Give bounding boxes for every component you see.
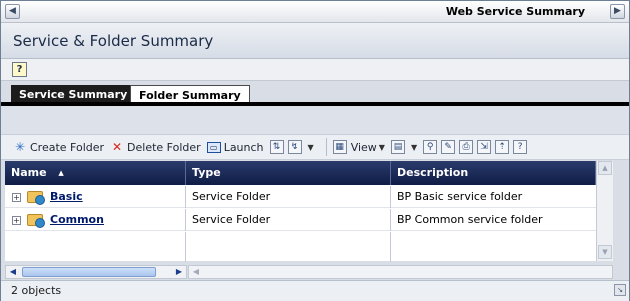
- print-icon[interactable]: ⎙: [459, 140, 474, 154]
- options-menu-button[interactable]: ↯ ▼: [287, 140, 314, 154]
- launch-icon: ▭: [206, 141, 221, 153]
- table-row[interactable]: + Basic Service Folder BP Basic service …: [5, 186, 596, 208]
- folder-link[interactable]: Basic: [50, 190, 83, 203]
- delete-folder-label: Delete Folder: [127, 140, 201, 154]
- chevron-down-icon: ▼: [378, 142, 385, 152]
- chevron-down-icon: ▼: [410, 142, 418, 152]
- folder-table: Name ▲ Type Description + Basic Service …: [5, 161, 613, 262]
- type-cell: Service Folder: [186, 209, 391, 231]
- application-window: ◀ Web Service Summary ▶ Service & Folder…: [0, 0, 630, 301]
- service-folder-icon: [26, 191, 45, 205]
- create-folder-icon: ✳: [14, 140, 26, 154]
- page-title: Service & Folder Summary: [13, 32, 214, 50]
- create-folder-button[interactable]: ✳ Create Folder: [13, 140, 104, 154]
- scroll-up-icon[interactable]: ▲: [598, 161, 612, 175]
- view-menu-button[interactable]: ▦ View ▼: [332, 140, 385, 154]
- columns-icon: ▤: [390, 140, 405, 154]
- resize-handle-icon[interactable]: ↘: [614, 284, 626, 296]
- expand-icon[interactable]: +: [12, 215, 21, 225]
- funnel-filter-icon[interactable]: ⚲: [423, 140, 438, 154]
- scroll-left-icon[interactable]: ◀: [189, 266, 203, 278]
- export-icon[interactable]: ⇲: [477, 140, 492, 154]
- column-divider: [5, 232, 186, 262]
- service-folder-icon: [26, 214, 45, 228]
- vertical-scrollbar[interactable]: ▲ ▼: [596, 161, 613, 261]
- sort-ascending-icon: ▲: [58, 169, 64, 177]
- scroll-left-icon[interactable]: ◀: [6, 266, 20, 278]
- column-header-name[interactable]: Name ▲: [5, 161, 186, 185]
- view-label: View: [350, 140, 377, 154]
- type-cell: Service Folder: [186, 186, 391, 208]
- move-up-icon[interactable]: ⇡: [495, 140, 510, 154]
- launch-button[interactable]: ▭ Launch: [206, 140, 264, 154]
- help-icon[interactable]: ?: [12, 62, 27, 77]
- toolbar-help-icon[interactable]: ?: [513, 140, 528, 154]
- table-view-icon: ▦: [332, 140, 347, 154]
- forward-button[interactable]: ▶: [610, 4, 625, 19]
- chevron-down-icon: ▼: [307, 142, 314, 152]
- horizontal-scrollbar-right[interactable]: ◀: [188, 265, 613, 279]
- delete-icon: ✕: [112, 140, 123, 154]
- column-header-type[interactable]: Type: [186, 161, 391, 185]
- status-bar: 2 objects: [1, 280, 629, 301]
- toolbar: ✳ Create Folder ✕ Delete Folder ▭ Launch…: [1, 134, 629, 160]
- filter-icon[interactable]: ⇅: [269, 140, 284, 154]
- scroll-right-icon[interactable]: ▶: [172, 266, 186, 278]
- horizontal-scrollbar-left[interactable]: ◀ ▶: [5, 265, 187, 279]
- spacer-band: [1, 106, 629, 134]
- column-divider: [186, 232, 391, 262]
- window-title: Web Service Summary: [445, 5, 585, 18]
- columns-menu-button[interactable]: ▤ ▼: [390, 140, 418, 154]
- column-label-name: Name: [11, 166, 47, 179]
- help-bar: ?: [1, 59, 629, 81]
- name-cell: + Common: [5, 209, 186, 231]
- scroll-thumb[interactable]: [22, 267, 156, 277]
- tab-strip: Service Summary Folder Summary: [1, 81, 629, 105]
- scroll-down-icon[interactable]: ▼: [598, 245, 612, 259]
- create-folder-label: Create Folder: [30, 140, 105, 154]
- description-cell: BP Common service folder: [397, 213, 543, 226]
- bookmark-icon[interactable]: ✎: [441, 140, 456, 154]
- toolbar-separator: [325, 138, 327, 156]
- table-row[interactable]: + Common Service Folder BP Common servic…: [5, 209, 596, 231]
- table-header: Name ▲ Type Description: [5, 161, 613, 185]
- sort-options-icon: ↯: [287, 140, 302, 154]
- page-header: Service & Folder Summary: [1, 23, 629, 59]
- description-cell: BP Basic service folder: [397, 190, 523, 203]
- name-cell: + Basic: [5, 186, 186, 208]
- launch-label: Launch: [223, 140, 264, 154]
- folder-link[interactable]: Common: [50, 213, 104, 226]
- delete-folder-button[interactable]: ✕ Delete Folder: [110, 140, 201, 154]
- expand-icon[interactable]: +: [12, 192, 21, 202]
- back-button[interactable]: ◀: [5, 4, 20, 19]
- title-bar: ◀ Web Service Summary ▶: [1, 1, 629, 23]
- column-header-description[interactable]: Description: [391, 161, 596, 185]
